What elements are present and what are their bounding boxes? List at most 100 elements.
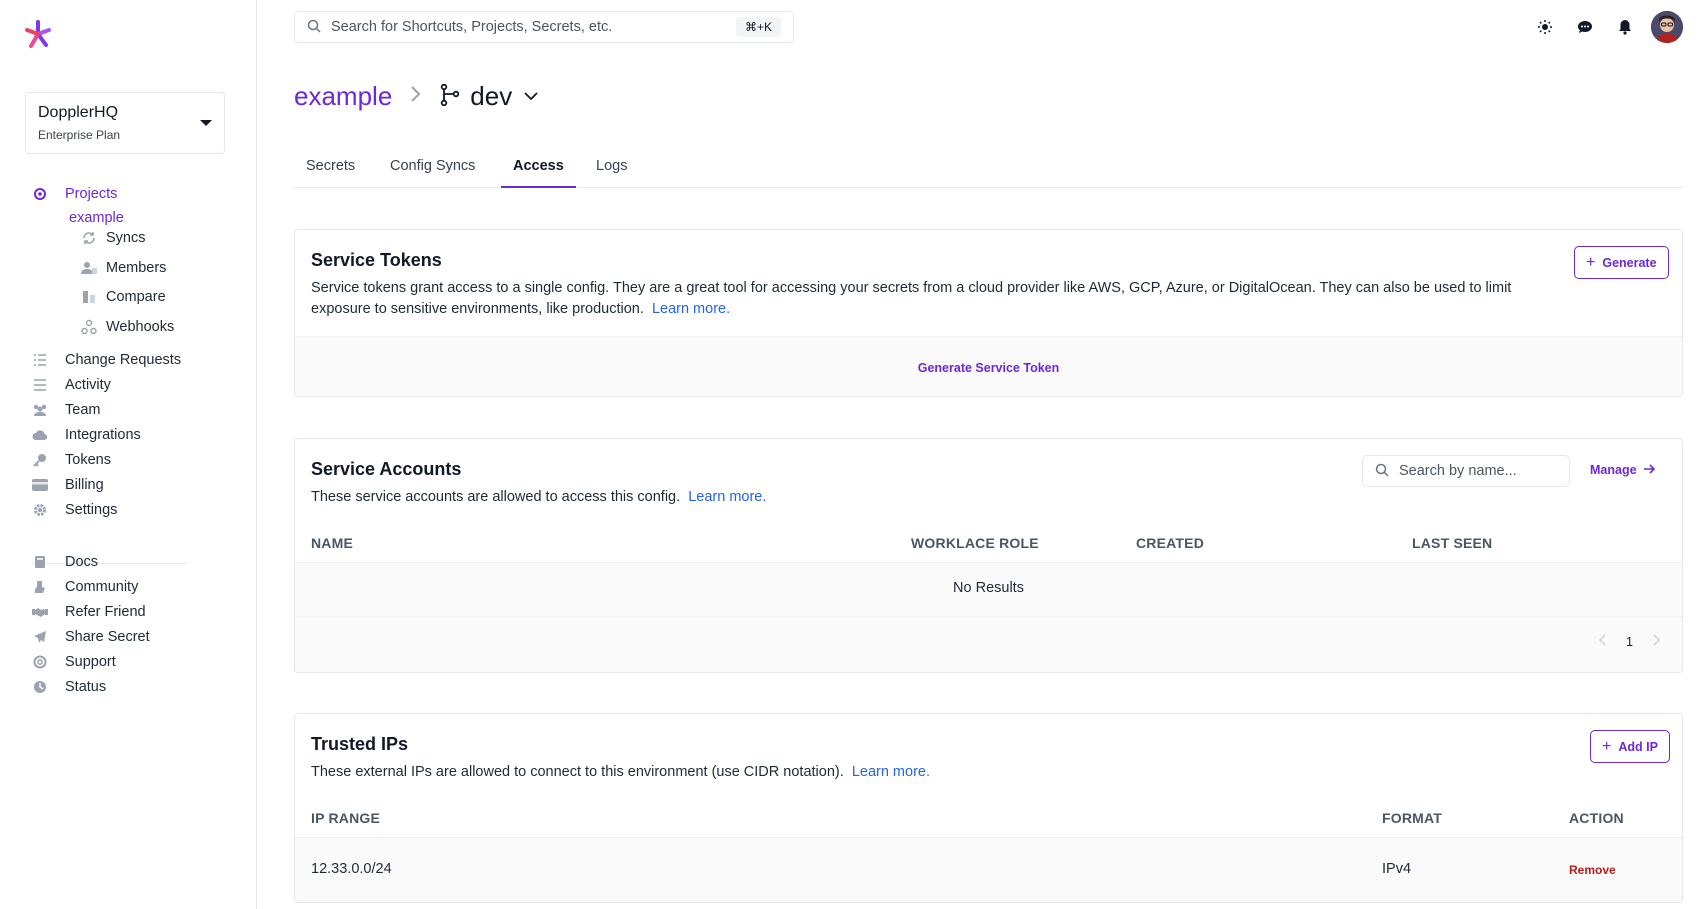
manage-service-accounts-link[interactable]: Manage xyxy=(1590,463,1656,477)
sidebar-item-projects[interactable]: Projects xyxy=(32,184,117,204)
sidebar-item-refer-friend[interactable]: Refer Friend xyxy=(32,602,146,622)
column-header-action: ACTION xyxy=(1569,810,1624,826)
user-avatar[interactable] xyxy=(1651,11,1683,43)
handshake-icon xyxy=(32,604,48,620)
sidebar-item-syncs[interactable]: Syncs xyxy=(81,228,146,248)
sidebar-item-billing[interactable]: Billing xyxy=(32,475,104,495)
remove-ip-button[interactable]: Remove xyxy=(1569,863,1616,877)
arrow-right-icon xyxy=(1643,463,1656,477)
service-accounts-description: These service accounts are allowed to ac… xyxy=(311,489,767,505)
sidebar-item-label: Billing xyxy=(65,477,104,493)
notifications-bell-icon[interactable] xyxy=(1614,16,1636,38)
trusted-ips-description: These external IPs are allowed to connec… xyxy=(311,764,930,780)
cloud-icon xyxy=(32,427,48,443)
trusted-ips-title: Trusted IPs xyxy=(311,734,409,754)
caret-down-icon xyxy=(200,120,212,126)
sidebar-item-docs[interactable]: Docs xyxy=(32,552,98,572)
compare-icon xyxy=(81,289,97,305)
sidebar-item-project-example[interactable]: example xyxy=(69,210,124,226)
chat-icon[interactable] xyxy=(1574,16,1596,38)
lifebuoy-icon xyxy=(32,654,48,670)
sidebar-item-label: Integrations xyxy=(65,427,141,443)
chevron-right-icon[interactable] xyxy=(1651,634,1661,649)
sidebar-item-label: Projects xyxy=(65,186,118,202)
sidebar-item-label: Docs xyxy=(65,554,99,570)
sidebar-item-label: Refer Friend xyxy=(65,604,146,620)
doppler-logo-icon[interactable] xyxy=(22,18,54,50)
service-tokens-title: Service Tokens xyxy=(311,250,442,270)
sidebar-item-label: Webhooks xyxy=(106,319,175,335)
branch-icon xyxy=(440,83,460,109)
service-accounts-search-input[interactable]: Search by name... xyxy=(1362,455,1570,487)
service-accounts-table-body: No Results 1 xyxy=(295,562,1682,672)
service-tokens-learn-more-link[interactable]: Learn more. xyxy=(652,301,730,317)
sidebar-item-integrations[interactable]: Integrations xyxy=(32,425,141,445)
sidebar-item-settings[interactable]: Settings xyxy=(32,500,117,520)
sidebar-item-members[interactable]: Members xyxy=(81,258,166,278)
team-icon xyxy=(32,402,48,418)
sidebar-item-community[interactable]: Community xyxy=(32,577,138,597)
chevron-down-icon[interactable] xyxy=(524,88,538,104)
service-tokens-description: Service tokens grant access to a single … xyxy=(311,280,1512,317)
shortcut-hint: ⌘+K xyxy=(735,17,781,37)
workspace-name: DopplerHQ xyxy=(38,104,119,121)
sidebar-item-tokens[interactable]: Tokens xyxy=(32,450,111,470)
service-accounts-learn-more-link[interactable]: Learn more. xyxy=(688,489,766,505)
sidebar: DopplerHQ Enterprise Plan Projects examp… xyxy=(0,0,257,909)
plus-icon: + xyxy=(1586,253,1596,271)
sidebar-item-label: Tokens xyxy=(65,452,111,468)
breadcrumb-project[interactable]: example xyxy=(294,81,392,112)
add-ip-button[interactable]: + Add IP xyxy=(1590,730,1670,763)
workspace-selector[interactable]: DopplerHQ Enterprise Plan xyxy=(25,92,225,154)
global-search[interactable]: Search for Shortcuts, Projects, Secrets,… xyxy=(294,11,794,43)
sidebar-item-label: Settings xyxy=(65,502,118,518)
tab-config-syncs[interactable]: Config Syncs xyxy=(390,158,475,174)
sidebar-item-share-secret[interactable]: Share Secret xyxy=(32,627,150,647)
members-icon xyxy=(81,260,97,276)
sidebar-item-status[interactable]: Status xyxy=(32,677,106,697)
config-tabs: Secrets Config Syncs Access Logs xyxy=(294,148,1683,188)
sidebar-item-label: Activity xyxy=(65,377,111,393)
service-accounts-title: Service Accounts xyxy=(311,459,462,479)
chevron-left-icon[interactable] xyxy=(1598,634,1608,649)
sidebar-item-webhooks[interactable]: Webhooks xyxy=(81,317,174,337)
trusted-ips-learn-more-link[interactable]: Learn more. xyxy=(852,764,930,780)
chevron-right-icon xyxy=(410,82,422,110)
search-icon xyxy=(307,19,321,36)
sidebar-item-label: Change Requests xyxy=(65,352,182,368)
service-accounts-card: Service Accounts These service accounts … xyxy=(294,438,1683,673)
tab-access[interactable]: Access xyxy=(513,158,564,174)
sidebar-item-team[interactable]: Team xyxy=(32,400,100,420)
clock-icon xyxy=(32,679,48,695)
list-icon xyxy=(32,377,48,393)
search-placeholder: Search for Shortcuts, Projects, Secrets,… xyxy=(331,19,613,35)
sidebar-item-support[interactable]: Support xyxy=(32,652,116,672)
webhook-icon xyxy=(81,319,97,335)
breadcrumb: example dev xyxy=(294,76,538,116)
sidebar-item-label: Community xyxy=(65,579,139,595)
table-row: 12.33.0.0/24 IPv4 Remove xyxy=(295,837,1682,902)
breadcrumb-environment[interactable]: dev xyxy=(470,81,512,112)
tab-logs[interactable]: Logs xyxy=(596,158,627,174)
sidebar-item-label: Status xyxy=(65,679,107,695)
paper-plane-icon xyxy=(32,629,48,645)
sidebar-item-change-requests[interactable]: Change Requests xyxy=(32,350,181,370)
tab-secrets[interactable]: Secrets xyxy=(306,158,355,174)
generate-token-button[interactable]: + Generate xyxy=(1574,246,1669,279)
sidebar-item-label: Compare xyxy=(106,289,166,305)
sidebar-item-activity[interactable]: Activity xyxy=(32,375,111,395)
sidebar-item-compare[interactable]: Compare xyxy=(81,287,166,307)
ip-range-cell: 12.33.0.0/24 xyxy=(311,861,392,877)
projects-icon xyxy=(32,186,48,202)
page-number[interactable]: 1 xyxy=(1626,635,1633,649)
plus-icon: + xyxy=(1602,737,1612,755)
gear-icon xyxy=(32,502,48,518)
sidebar-item-label: Syncs xyxy=(106,230,146,246)
sidebar-item-label: Support xyxy=(65,654,116,670)
active-tab-indicator xyxy=(501,186,576,188)
sidebar-item-label: Team xyxy=(65,402,101,418)
generate-service-token-link[interactable]: Generate Service Token xyxy=(918,361,1060,375)
theme-toggle-sun-icon[interactable] xyxy=(1534,16,1556,38)
book-icon xyxy=(32,554,48,570)
pagination: 1 xyxy=(1598,634,1661,649)
